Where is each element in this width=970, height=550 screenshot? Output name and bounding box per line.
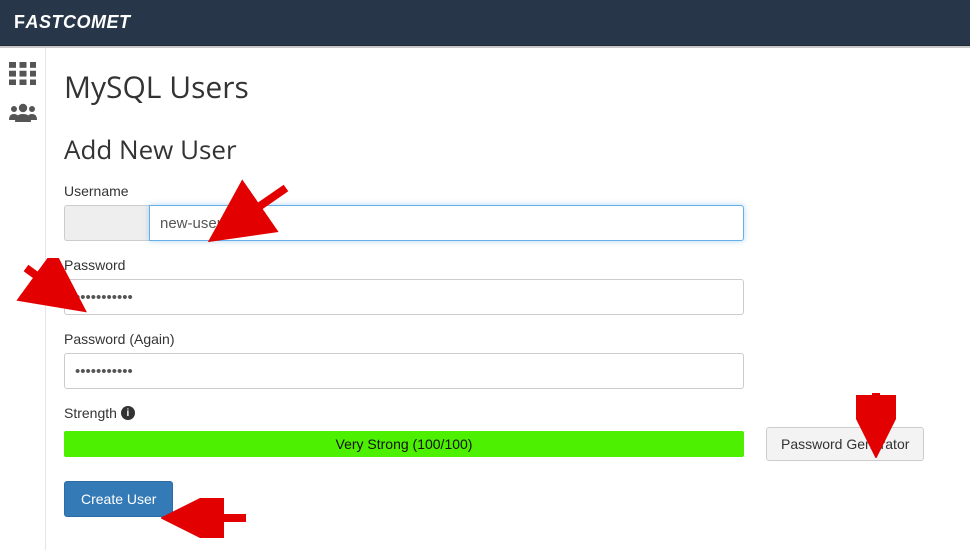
create-user-button[interactable]: Create User bbox=[64, 481, 173, 517]
username-label: Username bbox=[64, 183, 948, 199]
sidebar bbox=[0, 48, 46, 550]
users-icon[interactable] bbox=[9, 102, 37, 124]
password-again-group: Password (Again) bbox=[64, 331, 948, 389]
username-input[interactable] bbox=[149, 205, 744, 241]
main-content: MySQL Users Add New User Username Passwo… bbox=[46, 48, 970, 550]
info-icon[interactable]: i bbox=[121, 406, 135, 420]
password-group: Password bbox=[64, 257, 948, 315]
password-generator-button[interactable]: Password Generator bbox=[766, 427, 924, 461]
section-title: Add New User bbox=[64, 131, 948, 167]
username-group: Username bbox=[64, 183, 948, 241]
brand-logo: FASTCOMET bbox=[14, 12, 131, 33]
strength-meter: Very Strong (100/100) bbox=[64, 431, 744, 457]
page-title: MySQL Users bbox=[64, 66, 948, 107]
username-prefix bbox=[64, 205, 149, 241]
apps-grid-icon[interactable] bbox=[9, 62, 37, 84]
strength-label: Strength i bbox=[64, 405, 948, 421]
password-input[interactable] bbox=[64, 279, 744, 315]
top-bar: FASTCOMET bbox=[0, 0, 970, 46]
password-again-input[interactable] bbox=[64, 353, 744, 389]
password-label: Password bbox=[64, 257, 948, 273]
password-again-label: Password (Again) bbox=[64, 331, 948, 347]
strength-group: Strength i Very Strong (100/100) Passwor… bbox=[64, 405, 948, 461]
